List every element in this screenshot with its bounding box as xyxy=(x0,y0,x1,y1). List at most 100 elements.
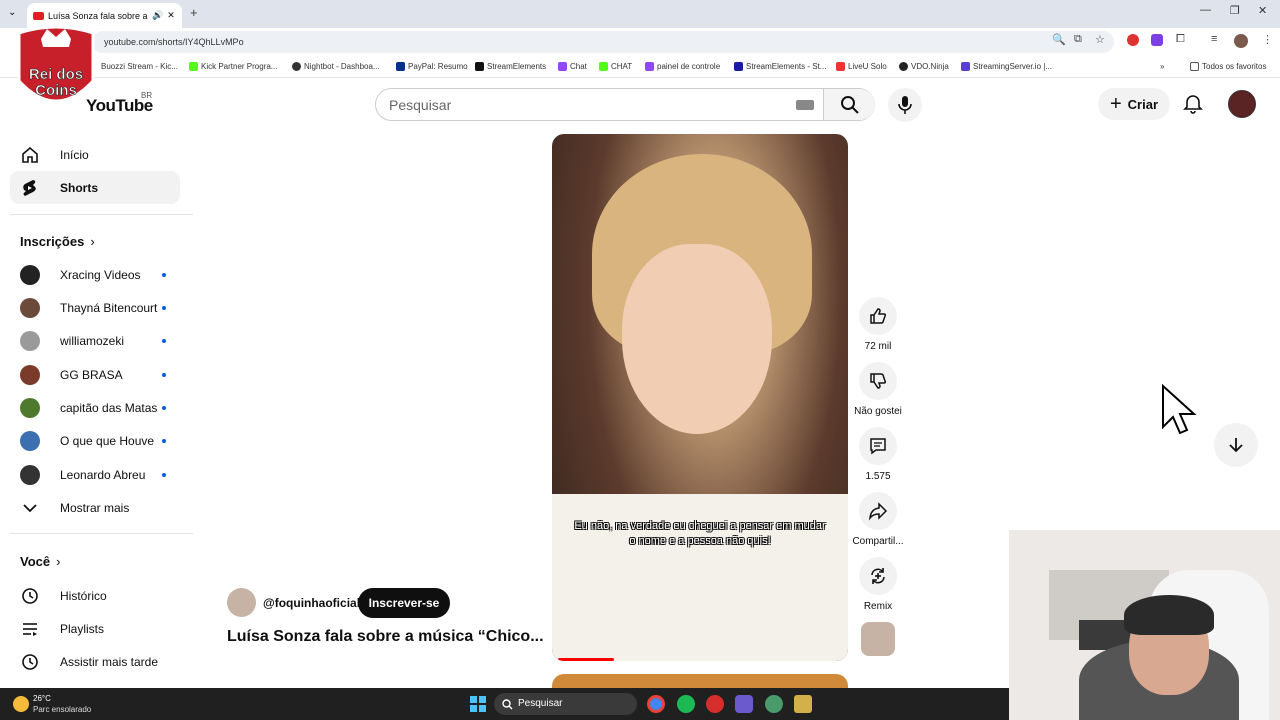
sidebar-item-watch-later[interactable]: Assistir mais tarde xyxy=(10,645,180,678)
new-content-dot xyxy=(162,438,166,443)
channel-avatar xyxy=(20,430,40,451)
app-yellow-icon[interactable] xyxy=(794,695,812,713)
channel-name: Thayná Bitencourt xyxy=(60,300,158,315)
comments-button[interactable] xyxy=(859,427,897,465)
new-tab-icon[interactable]: + xyxy=(190,5,198,20)
more-bookmarks-icon[interactable]: » xyxy=(1160,62,1164,71)
subscribe-button[interactable]: Inscrever-se xyxy=(358,588,450,618)
extension-red-icon[interactable] xyxy=(1127,34,1139,46)
share-action[interactable]: Compartil... xyxy=(852,492,904,547)
sidebar-item-subscription[interactable]: GG BRASA xyxy=(10,358,180,391)
like-action[interactable]: 72 mil xyxy=(852,297,904,352)
dislike-button[interactable] xyxy=(859,362,897,400)
minimize-icon[interactable]: — xyxy=(1200,4,1211,16)
short-video-player[interactable]: Eu não, na verdade eu cheguei a pensar e… xyxy=(552,134,848,661)
bookmark-item[interactable]: StreamElements - St... xyxy=(734,62,826,71)
chevron-down-icon xyxy=(23,503,37,512)
short-title[interactable]: Luísa Sonza fala sobre a música “Chico..… xyxy=(227,628,544,646)
sidebar-item-home[interactable]: Início xyxy=(10,138,180,171)
weather-sun-icon[interactable] xyxy=(13,696,29,712)
bookmark-star-icon[interactable]: ☆ xyxy=(1095,33,1105,46)
dislike-label: Não gostei xyxy=(854,406,902,417)
taskbar-search[interactable]: Pesquisar xyxy=(494,693,637,715)
history-icon xyxy=(22,587,38,604)
chrome-menu-icon[interactable]: ⋮ xyxy=(1262,33,1273,46)
sidebar-item-subscription[interactable]: williamozeki xyxy=(10,324,180,357)
search-box[interactable]: Pesquisar xyxy=(375,88,875,121)
comments-action[interactable]: 1.575 xyxy=(852,427,904,482)
all-bookmarks-folder[interactable]: Todos os favoritos xyxy=(1190,62,1266,71)
dislike-action[interactable]: Não gostei xyxy=(852,362,904,417)
channel-avatar xyxy=(20,397,40,418)
streamer-webcam xyxy=(1009,530,1280,720)
close-window-icon[interactable]: ✕ xyxy=(1258,4,1267,17)
subscriptions-heading[interactable]: Inscrições › xyxy=(20,234,95,249)
search-button[interactable] xyxy=(823,89,875,120)
bookmark-item[interactable]: StreamingServer.io |... xyxy=(961,62,1052,71)
channel-avatar[interactable] xyxy=(227,588,256,617)
sidebar-item-subscription[interactable]: capitão das Matas xyxy=(10,391,180,424)
bookmark-item[interactable]: painel de controle xyxy=(645,62,720,71)
bookmark-item[interactable]: PayPal: Resumo xyxy=(396,62,468,71)
tab-list-icon[interactable]: ⌄ xyxy=(8,7,16,18)
restore-icon[interactable]: ❐ xyxy=(1230,4,1240,17)
svg-text:Coins: Coins xyxy=(35,82,77,99)
app-red-icon[interactable] xyxy=(706,695,724,713)
close-tab-icon[interactable]: ✕ xyxy=(167,10,175,21)
sidebar-item-subscription[interactable]: Leonardo Abreu xyxy=(10,458,180,491)
obs-app-icon[interactable] xyxy=(735,695,753,713)
bookmark-item[interactable]: LiveU Solo xyxy=(836,62,887,71)
bookmark-item[interactable]: VDO.Ninja xyxy=(899,62,949,71)
sidebar-item-shorts[interactable]: Shorts xyxy=(10,171,180,204)
sound-avatar[interactable] xyxy=(861,622,895,656)
extensions-icon[interactable]: ⧠ xyxy=(1176,33,1185,46)
bookmark-item[interactable]: Buozzi Stream - Kic... xyxy=(101,62,178,71)
next-short-button[interactable] xyxy=(1214,423,1258,467)
svg-text:Rei dos: Rei dos xyxy=(29,66,83,83)
search-input[interactable]: Pesquisar xyxy=(389,97,451,113)
you-heading[interactable]: Você › xyxy=(20,554,60,569)
show-more-button[interactable]: Mostrar mais xyxy=(10,491,180,524)
spotify-app-icon[interactable] xyxy=(677,695,695,713)
channel-name: O que que Houve xyxy=(60,433,155,448)
bookmark-item[interactable]: Kick Partner Progra... xyxy=(189,62,277,71)
profile-avatar[interactable] xyxy=(1234,34,1248,48)
sidebar-item-history[interactable]: Histórico xyxy=(10,579,180,612)
clock-icon xyxy=(22,653,38,670)
media-controls-icon[interactable]: ≡ xyxy=(1211,33,1217,45)
address-bar-row: youtube.com/shorts/IY4QhLLvMPo 🔍 ⧉ ☆ ⧠ ≡… xyxy=(0,28,1280,56)
channel-name: Leonardo Abreu xyxy=(60,467,146,482)
remix-action[interactable]: Remix xyxy=(852,557,904,612)
like-button[interactable] xyxy=(859,297,897,335)
voice-search-button[interactable] xyxy=(888,88,922,122)
comment-icon xyxy=(870,438,886,455)
zoom-icon[interactable]: 🔍 xyxy=(1052,33,1066,46)
bookmark-item[interactable]: CHAT xyxy=(599,62,632,71)
account-avatar[interactable] xyxy=(1228,90,1256,118)
sidebar-item-subscription[interactable]: O que que Houve xyxy=(10,424,180,457)
create-button[interactable]: + Criar xyxy=(1098,88,1170,120)
weather-temperature[interactable]: 26°C xyxy=(33,694,51,703)
weather-description[interactable]: Parc ensolarado xyxy=(33,705,91,714)
bookmark-item[interactable]: Chat xyxy=(558,62,587,71)
sidebar-item-label: Início xyxy=(60,147,89,162)
channel-row: @foquinhaoficial Inscrever-se xyxy=(227,588,547,618)
keyboard-icon[interactable] xyxy=(796,100,814,110)
sidebar-item-subscription[interactable]: Xracing Videos xyxy=(10,258,180,291)
channel-handle[interactable]: @foquinhaoficial xyxy=(263,596,360,610)
sidebar-item-subscription[interactable]: Thayná Bitencourt xyxy=(10,291,180,324)
extension-purple-icon[interactable] xyxy=(1151,34,1163,46)
bookmark-item[interactable]: Nightbot - Dashboa... xyxy=(292,62,380,71)
chrome-app-icon[interactable] xyxy=(647,695,665,713)
bookmark-item[interactable]: StreamElements xyxy=(475,62,546,71)
notifications-bell-icon[interactable] xyxy=(1182,93,1204,115)
share-button[interactable] xyxy=(859,492,897,530)
sidebar-item-playlists[interactable]: Playlists xyxy=(10,612,180,645)
install-icon[interactable]: ⧉ xyxy=(1074,33,1082,46)
remix-button[interactable] xyxy=(859,557,897,595)
url-input[interactable]: youtube.com/shorts/IY4QhLLvMPo xyxy=(92,31,1114,53)
video-progress-bar[interactable] xyxy=(558,658,614,661)
show-more-label: Mostrar mais xyxy=(60,500,130,515)
windows-start-icon[interactable] xyxy=(470,696,486,712)
globe-app-icon[interactable] xyxy=(765,695,783,713)
